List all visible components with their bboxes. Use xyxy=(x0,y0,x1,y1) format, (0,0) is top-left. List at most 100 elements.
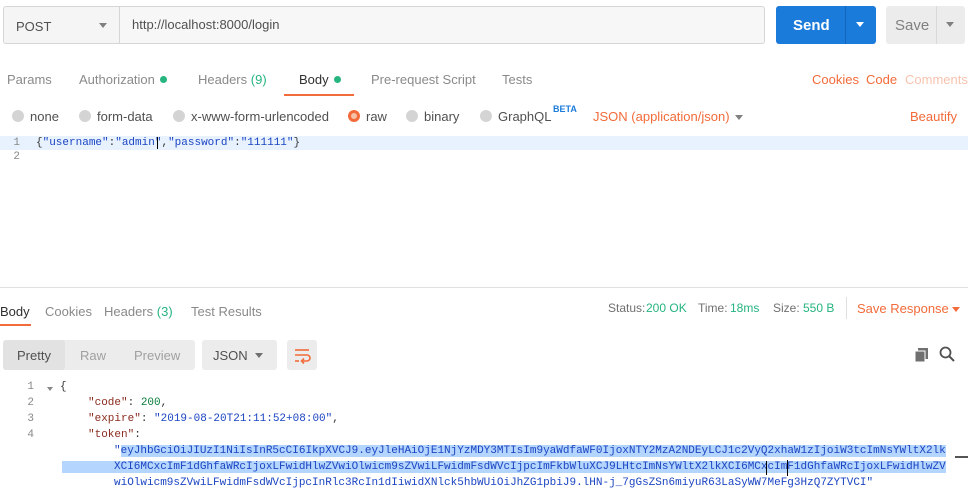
save-options-chevron-icon[interactable] xyxy=(946,22,954,27)
line-number: 2 xyxy=(13,151,20,163)
code-link[interactable]: Code xyxy=(866,72,897,87)
line-number: 1 xyxy=(27,381,34,393)
size-value[interactable]: 550 B xyxy=(803,301,834,315)
cookies-link[interactable]: Cookies xyxy=(812,72,859,87)
response-format-label: JSON xyxy=(213,348,248,363)
tab-headers-label: Headers xyxy=(198,72,248,87)
time-value[interactable]: 18ms xyxy=(730,301,759,315)
send-button[interactable]: Send xyxy=(776,6,876,44)
size-label: Size: xyxy=(773,301,800,315)
wrap-lines-icon xyxy=(295,349,311,365)
request-tabs: Params Authorization Headers (9) Body Pr… xyxy=(0,60,968,96)
chevron-down-icon[interactable] xyxy=(735,115,743,120)
status-dot-icon xyxy=(159,76,167,83)
radio-binary[interactable] xyxy=(406,110,418,122)
status-dot-icon xyxy=(333,76,341,83)
radio-form-data-label[interactable]: form-data xyxy=(97,109,153,124)
content-type-select[interactable]: JSON (application/json) xyxy=(593,109,730,124)
tab-body-label: Body xyxy=(299,72,329,87)
tab-tests[interactable]: Tests xyxy=(502,72,532,87)
response-body-viewer[interactable]: 1 2 3 4 { "code": 200, "expire": "2019-0… xyxy=(0,378,968,497)
tab-pre-request-script[interactable]: Pre-request Script xyxy=(371,72,476,87)
radio-raw-label[interactable]: raw xyxy=(366,109,387,124)
save-response-button[interactable]: Save Response xyxy=(857,301,949,316)
json-line-token: "token": xyxy=(88,429,141,441)
search-icon[interactable] xyxy=(939,346,955,362)
response-tab-body[interactable]: Body xyxy=(0,304,30,319)
radio-none[interactable] xyxy=(12,110,24,122)
token-text: XCI6MCxcImF1dGhfaWRcIjoxLFwidHlwZVwiOlwi… xyxy=(62,461,946,473)
code-token: { xyxy=(36,137,43,149)
view-raw-button[interactable]: Raw xyxy=(80,348,106,363)
response-divider[interactable] xyxy=(0,287,968,288)
json-line-code: "code": 200, xyxy=(88,397,168,409)
active-tab-indicator xyxy=(0,324,31,326)
send-options-chevron-icon[interactable] xyxy=(856,22,864,27)
save-button[interactable]: Save xyxy=(886,6,965,44)
copy-icon[interactable] xyxy=(914,347,930,363)
tab-body[interactable]: Body xyxy=(299,72,341,87)
request-body-code[interactable]: {"username":"admin","password":"111111"} xyxy=(36,137,300,149)
divider xyxy=(846,297,847,319)
chevron-down-icon[interactable] xyxy=(952,307,960,312)
tab-authorization-label: Authorization xyxy=(79,72,155,87)
response-tab-headers[interactable]: Headers (3) xyxy=(104,304,173,319)
save-button-label: Save xyxy=(895,17,930,34)
json-value: "2019-08-20T21:11:52+08:00" xyxy=(154,413,333,425)
radio-form-data[interactable] xyxy=(79,110,91,122)
token-line-3[interactable]: wiOlwicm9sZVwiLFwidmFsdWVcIjpcInRlc3RcIn… xyxy=(114,477,873,489)
body-type-options: none form-data x-www-form-urlencoded raw… xyxy=(0,104,968,130)
time-label: Time: xyxy=(698,301,728,315)
response-tabs: Body Cookies Headers (3) Test Results St… xyxy=(0,290,968,326)
code-token: "admin" xyxy=(115,137,162,149)
line-number: 1 xyxy=(13,137,20,149)
view-preview-button[interactable]: Preview xyxy=(134,348,180,363)
tab-authorization[interactable]: Authorization xyxy=(79,72,167,87)
radio-urlencoded-label[interactable]: x-www-form-urlencoded xyxy=(191,109,329,124)
method-label: POST xyxy=(16,19,52,34)
code-token: "username" xyxy=(42,137,109,149)
url-input[interactable]: http://localhost:8000/login xyxy=(119,6,765,44)
text-cursor xyxy=(157,137,158,149)
tab-headers[interactable]: Headers (9) xyxy=(198,72,267,87)
response-tab-cookies[interactable]: Cookies xyxy=(45,304,92,319)
radio-urlencoded[interactable] xyxy=(173,110,185,122)
tab-params[interactable]: Params xyxy=(7,72,52,87)
save-divider xyxy=(936,6,937,44)
radio-raw[interactable] xyxy=(348,110,360,122)
token-line-1[interactable]: "eyJhbGciOiJIUzI1NiIsInR5cCI6IkpXVCJ9.ey… xyxy=(114,445,946,457)
response-tab-headers-label: Headers xyxy=(104,304,154,319)
code-token: "password" xyxy=(168,137,235,149)
token-quote: " xyxy=(114,445,121,457)
token-text: eyJhbGciOiJIUzI1NiIsInR5cCI6IkpXVCJ9.eyJ… xyxy=(120,445,946,457)
beautify-link[interactable]: Beautify xyxy=(910,109,957,124)
response-format-select[interactable]: JSON xyxy=(202,340,277,370)
response-tab-test-results[interactable]: Test Results xyxy=(191,304,262,319)
response-view-toggle: Pretty Raw Preview xyxy=(3,340,195,370)
comments-link[interactable]: Comments xyxy=(905,72,968,87)
line-number: 2 xyxy=(27,397,34,409)
radio-none-label[interactable]: none xyxy=(30,109,59,124)
radio-graphql-label[interactable]: GraphQL xyxy=(498,109,551,124)
radio-binary-label[interactable]: binary xyxy=(424,109,459,124)
fold-chevron-icon[interactable] xyxy=(47,387,53,391)
active-tab-indicator xyxy=(284,94,354,96)
view-pretty-button[interactable]: Pretty xyxy=(17,348,51,363)
status-value[interactable]: 200 OK xyxy=(646,301,687,315)
wrap-lines-button[interactable] xyxy=(287,340,317,370)
request-url-bar: POST http://localhost:8000/login Send Sa… xyxy=(0,0,968,54)
method-select[interactable]: POST xyxy=(3,6,119,44)
json-value: 200 xyxy=(140,397,161,409)
code-token: : xyxy=(234,137,241,149)
send-divider xyxy=(845,6,846,44)
status-label: Status: xyxy=(608,301,646,315)
radio-graphql[interactable] xyxy=(480,110,492,122)
line-number: 4 xyxy=(27,429,34,441)
send-button-label: Send xyxy=(793,17,830,34)
chevron-down-icon xyxy=(255,353,263,358)
scroll-marker xyxy=(955,456,968,458)
json-key: "code" xyxy=(88,397,128,409)
request-body-editor[interactable]: 1 2 {"username":"admin","password":"1111… xyxy=(0,135,968,285)
token-line-2[interactable]: XCI6MCxcImF1dGhfaWRcIjoxLFwidHlwZVwiOlwi… xyxy=(62,461,946,473)
beta-badge: BETA xyxy=(553,104,577,114)
